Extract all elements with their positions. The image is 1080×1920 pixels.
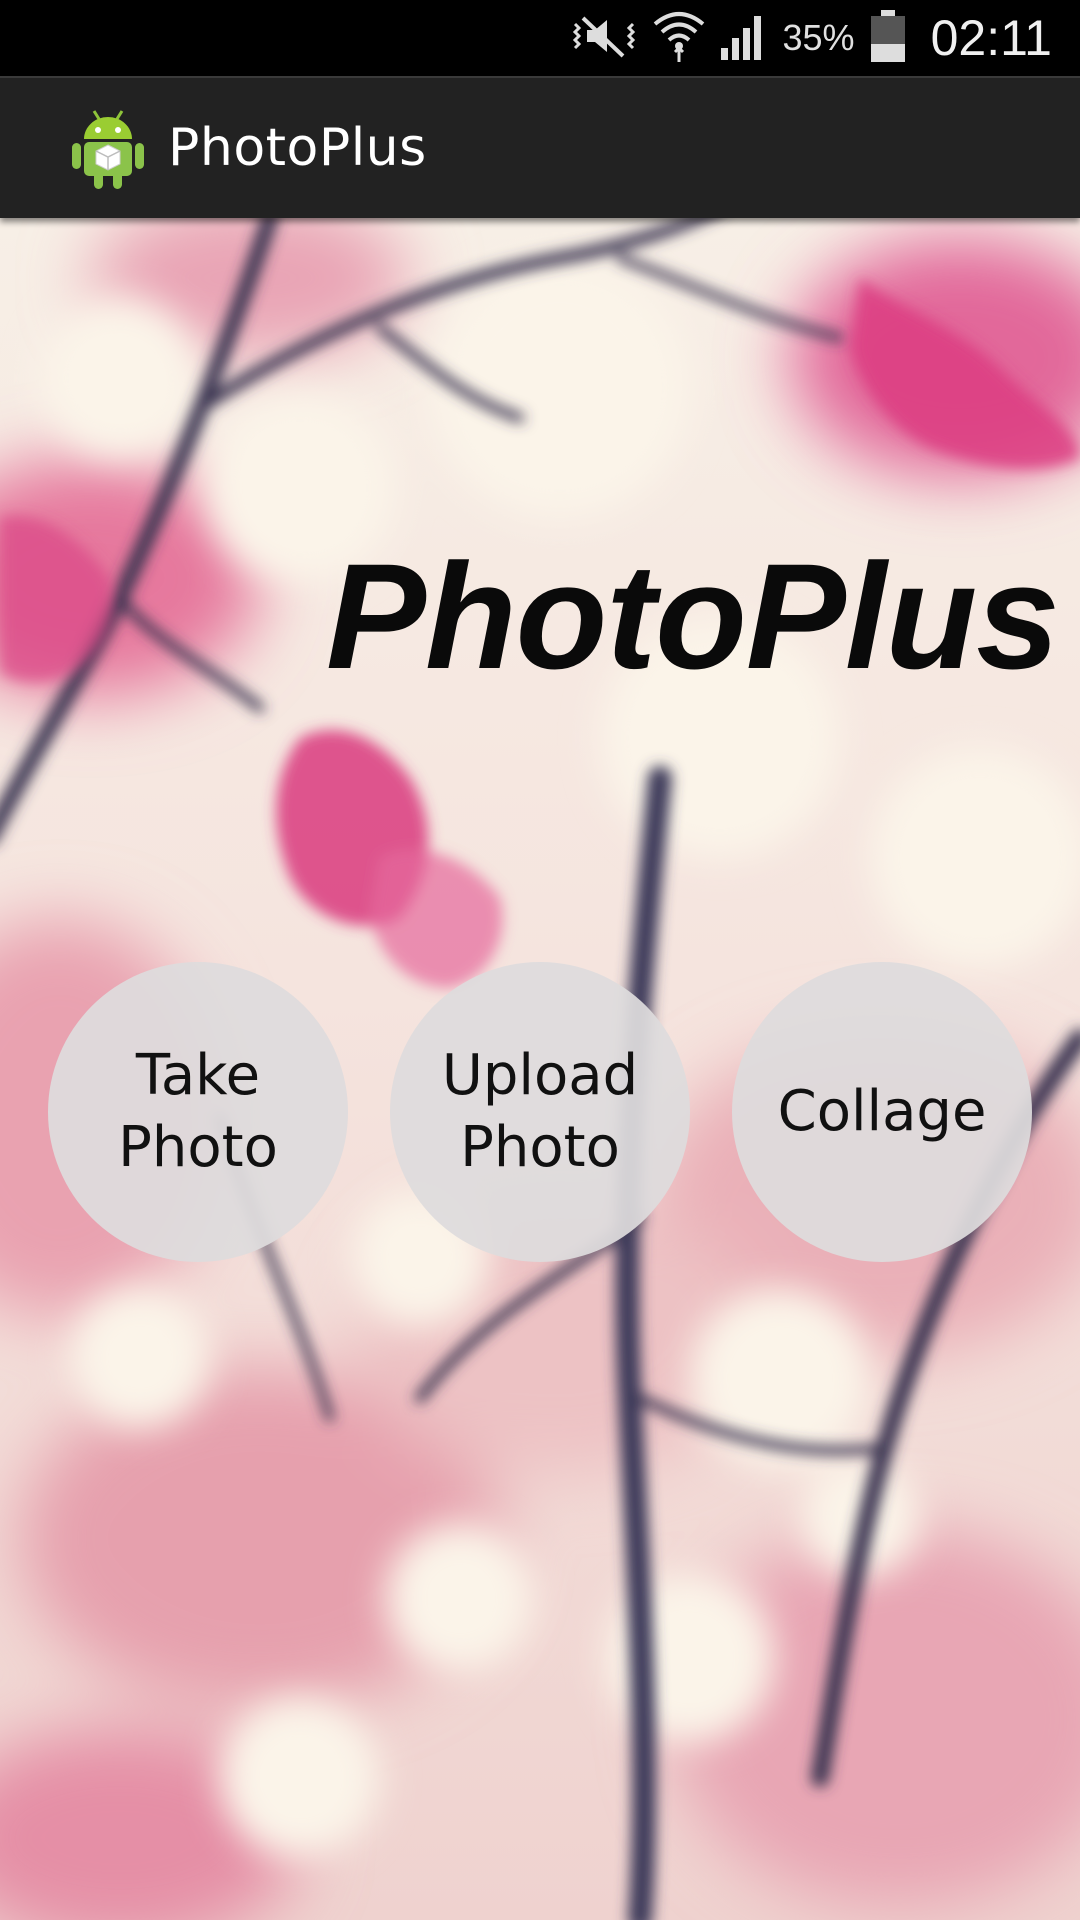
clock: 02:11: [930, 10, 1052, 66]
screen: 35% 02:11 PhotoPlus PhotoPlus Take Photo…: [0, 0, 1080, 1920]
battery-percent: 35%: [782, 17, 855, 58]
take-photo-button[interactable]: Take Photo: [48, 962, 348, 1262]
action-bar: PhotoPlus: [0, 76, 1080, 218]
upload-photo-button[interactable]: Upload Photo: [390, 962, 690, 1262]
mute-vibrate-icon: [569, 10, 639, 66]
wifi-icon: [653, 8, 705, 68]
signal-icon: [719, 10, 769, 66]
battery-icon: [869, 8, 907, 68]
hero-title: PhotoPlus: [326, 532, 1060, 700]
status-icons: 35% 02:11: [569, 0, 1052, 76]
collage-label: Collage: [777, 1079, 987, 1144]
upload-photo-label: Upload Photo: [441, 1043, 639, 1180]
app-title: PhotoPlus: [168, 118, 427, 178]
collage-button[interactable]: Collage: [732, 962, 1032, 1262]
status-bar: 35% 02:11: [0, 0, 1080, 76]
take-photo-label: Take Photo: [118, 1043, 278, 1180]
android-app-icon[interactable]: [70, 105, 146, 191]
